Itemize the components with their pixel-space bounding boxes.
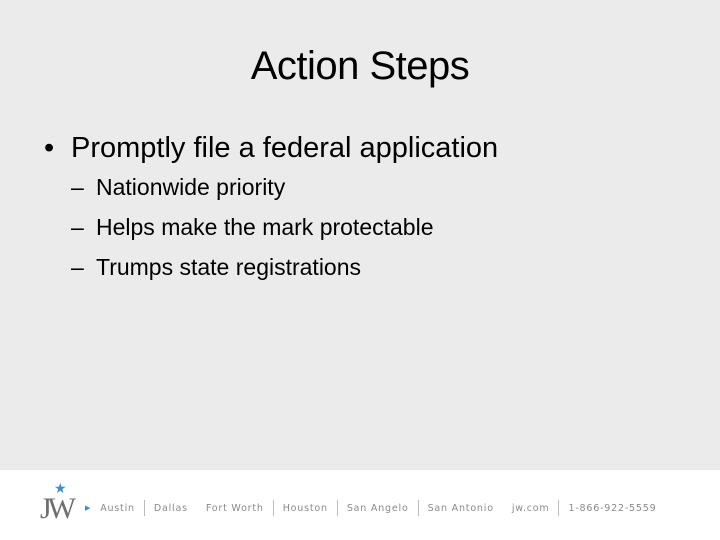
divider	[272, 500, 274, 516]
divider	[558, 500, 560, 516]
phone-number: 1-866-922-5559	[568, 502, 657, 514]
bullet-list: • Promptly file a federal application – …	[44, 132, 498, 292]
city-austin: Austin	[100, 502, 135, 514]
sub-bullet-text: Trumps state registrations	[96, 254, 362, 280]
bullet-marker: •	[44, 132, 55, 164]
footer-nav: ▶ Austin Dallas Fort Worth Houston San A…	[85, 500, 656, 516]
slide: Action Steps • Promptly file a federal a…	[0, 0, 720, 470]
city-fort-worth: Fort Worth	[205, 502, 264, 514]
sub-bullet-marker: –	[71, 254, 84, 280]
arrow-right-icon: ▶	[85, 504, 92, 512]
logo-text: JW	[40, 492, 76, 525]
bullet-item: • Promptly file a federal application	[44, 132, 498, 172]
city-dallas: Dallas	[153, 502, 188, 514]
city-san-antonio: San Antonio	[427, 502, 494, 514]
website-link[interactable]: jw.com	[512, 503, 550, 514]
sub-bullet-item: – Nationwide priority	[44, 172, 498, 212]
sub-bullet-text: Nationwide priority	[96, 174, 286, 200]
bullet-text: Promptly file a federal application	[71, 132, 499, 164]
footer-bar: ★ JW ▶ Austin Dallas Fort Worth Houston …	[0, 470, 720, 540]
divider	[417, 500, 419, 516]
city-san-angelo: San Angelo	[346, 502, 409, 514]
sub-bullet-item: – Trumps state registrations	[44, 252, 498, 292]
sub-bullet-item: – Helps make the mark protectable	[44, 212, 498, 252]
divider	[336, 500, 338, 516]
jw-logo: ★ JW	[40, 480, 76, 530]
divider	[143, 500, 145, 516]
slide-title: Action Steps	[250, 44, 470, 88]
sub-bullet-marker: –	[71, 174, 84, 200]
sub-bullet-marker: –	[71, 214, 84, 240]
sub-bullet-text: Helps make the mark protectable	[96, 214, 434, 240]
city-houston: Houston	[282, 502, 328, 514]
